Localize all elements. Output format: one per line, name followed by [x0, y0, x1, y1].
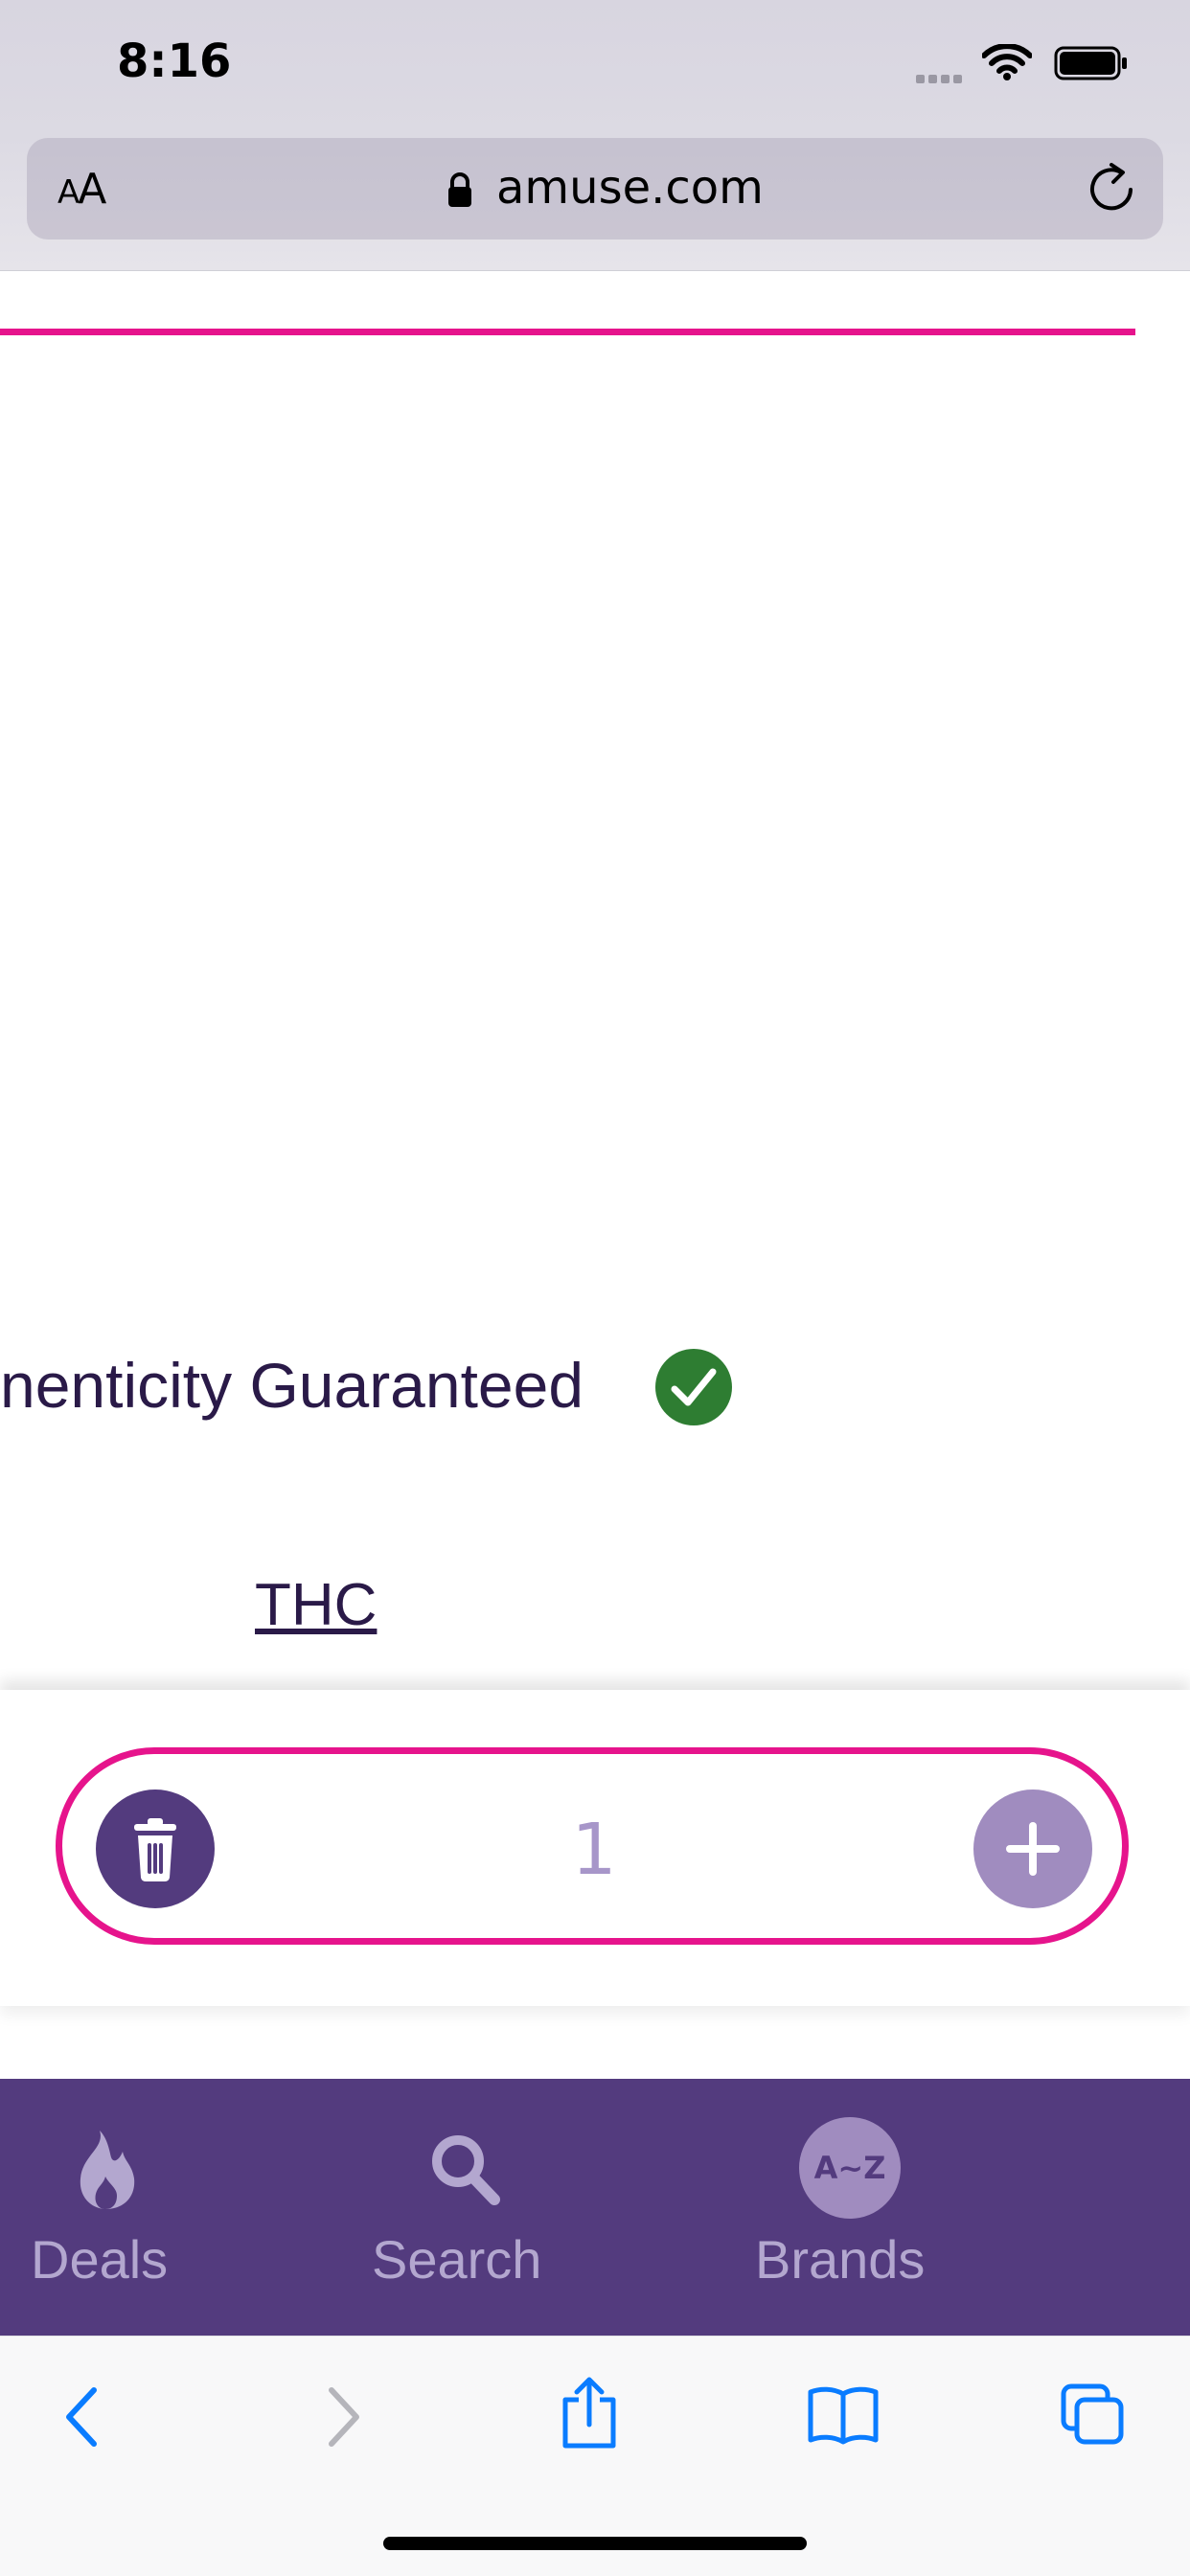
plus-icon: [1006, 1822, 1060, 1876]
home-indicator: [383, 2537, 807, 2550]
search-icon[interactable]: [429, 2132, 502, 2209]
bookmarks-icon[interactable]: [807, 2384, 880, 2446]
accent-divider: [0, 329, 1135, 335]
authenticity-label: nenticity Guaranteed: [0, 1350, 584, 1421]
text-size-button[interactable]: AA: [57, 165, 106, 214]
status-time: 8:16: [117, 34, 232, 88]
flame-icon[interactable]: [71, 2129, 142, 2211]
verified-check-icon: [655, 1349, 732, 1425]
nav-deals[interactable]: Deals: [31, 2228, 168, 2291]
app-bottom-nav: [0, 2079, 1190, 2336]
cellular-signal-icon: [916, 69, 966, 87]
share-icon[interactable]: [560, 2377, 619, 2450]
back-icon[interactable]: [63, 2386, 102, 2448]
tabs-icon[interactable]: [1060, 2382, 1127, 2448]
quantity-value: 1: [571, 1809, 617, 1891]
thc-link[interactable]: THC: [255, 1571, 377, 1639]
reload-icon[interactable]: [1088, 163, 1136, 217]
a-to-z-icon[interactable]: A~Z: [799, 2117, 901, 2219]
remove-item-button[interactable]: [96, 1790, 215, 1908]
battery-icon: [1054, 46, 1127, 80]
increase-quantity-button[interactable]: [973, 1790, 1092, 1908]
trash-icon: [134, 1818, 176, 1881]
wifi-icon: [982, 44, 1032, 80]
forward-icon[interactable]: [324, 2386, 362, 2448]
nav-search[interactable]: Search: [372, 2228, 541, 2291]
url-text[interactable]: amuse.com: [496, 161, 764, 215]
lock-icon: [448, 172, 471, 207]
nav-brands[interactable]: Brands: [755, 2228, 925, 2291]
